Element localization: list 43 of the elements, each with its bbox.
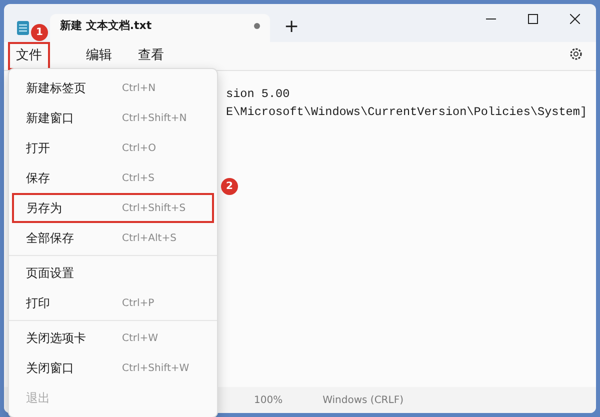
notepad-icon [16, 20, 30, 36]
tab-title: 新建 文本文档.txt [60, 18, 152, 34]
menu-item-label: 保存 [26, 170, 50, 187]
shortcut-text: Ctrl+Shift+W [122, 362, 190, 376]
menu-item-label: 打开 [26, 140, 50, 157]
menu-item-label: 新建标签页 [26, 80, 86, 97]
menu-item[interactable]: 关闭选项卡 Ctrl+W [12, 323, 214, 353]
shortcut-text: Ctrl+W [122, 332, 160, 346]
zoom-level: 100% [254, 394, 283, 408]
menu-item[interactable]: 关闭窗口 Ctrl+Shift+W [12, 353, 214, 383]
menu-item-label: 页面设置 [26, 265, 74, 282]
menu-item[interactable]: 新建窗口 Ctrl+Shift+N [12, 103, 214, 133]
line-ending: Windows (CRLF) [322, 394, 404, 408]
menu-item-label: 关闭选项卡 [26, 330, 86, 347]
editor-text-line: E\Microsoft\Windows\CurrentVersion\Policies\System] [226, 104, 588, 121]
menu-item[interactable]: 全部保存 Ctrl+Alt+S [12, 223, 214, 253]
menu-item[interactable]: 打印 Ctrl+P [12, 288, 214, 318]
menu-item-label: 新建窗口 [26, 110, 74, 127]
menu-item-label: 退出 [26, 390, 50, 407]
menu-item[interactable]: 查看 [130, 42, 172, 70]
editor-text-line: sion 5.00 [226, 86, 290, 103]
document-tab[interactable]: 新建 文本文档.txt [50, 14, 270, 42]
close-icon [570, 14, 580, 24]
new-tab-button[interactable]: + [284, 18, 300, 36]
maximize-icon [528, 14, 538, 24]
menu-item-label: 关闭窗口 [26, 360, 74, 377]
menu-item-label: 另存为 [26, 200, 62, 217]
menu-item[interactable]: 另存为 Ctrl+Shift+S [12, 193, 214, 223]
menu-item[interactable]: 页面设置 [12, 258, 214, 288]
menu-item[interactable]: 打开 Ctrl+O [12, 133, 214, 163]
menu-item-label: 打印 [26, 295, 50, 312]
shortcut-text: Ctrl+S [122, 172, 156, 186]
shortcut-text: Ctrl+N [122, 82, 157, 96]
shortcut-text: Ctrl+O [122, 142, 158, 156]
shortcut-text: Ctrl+Shift+S [122, 202, 187, 216]
menu-item[interactable]: 保存 Ctrl+S [12, 163, 214, 193]
settings-icon[interactable] [569, 47, 583, 61]
menu-item[interactable]: 编辑 [78, 42, 120, 70]
shortcut-text: Ctrl+Shift+N [122, 112, 188, 126]
shortcut-text: Ctrl+Alt+S [122, 232, 178, 246]
shortcut-text: Ctrl+P [122, 296, 156, 310]
menu-item-label: 全部保存 [26, 230, 74, 247]
menu-item[interactable]: 新建标签页 Ctrl+N [12, 73, 214, 103]
